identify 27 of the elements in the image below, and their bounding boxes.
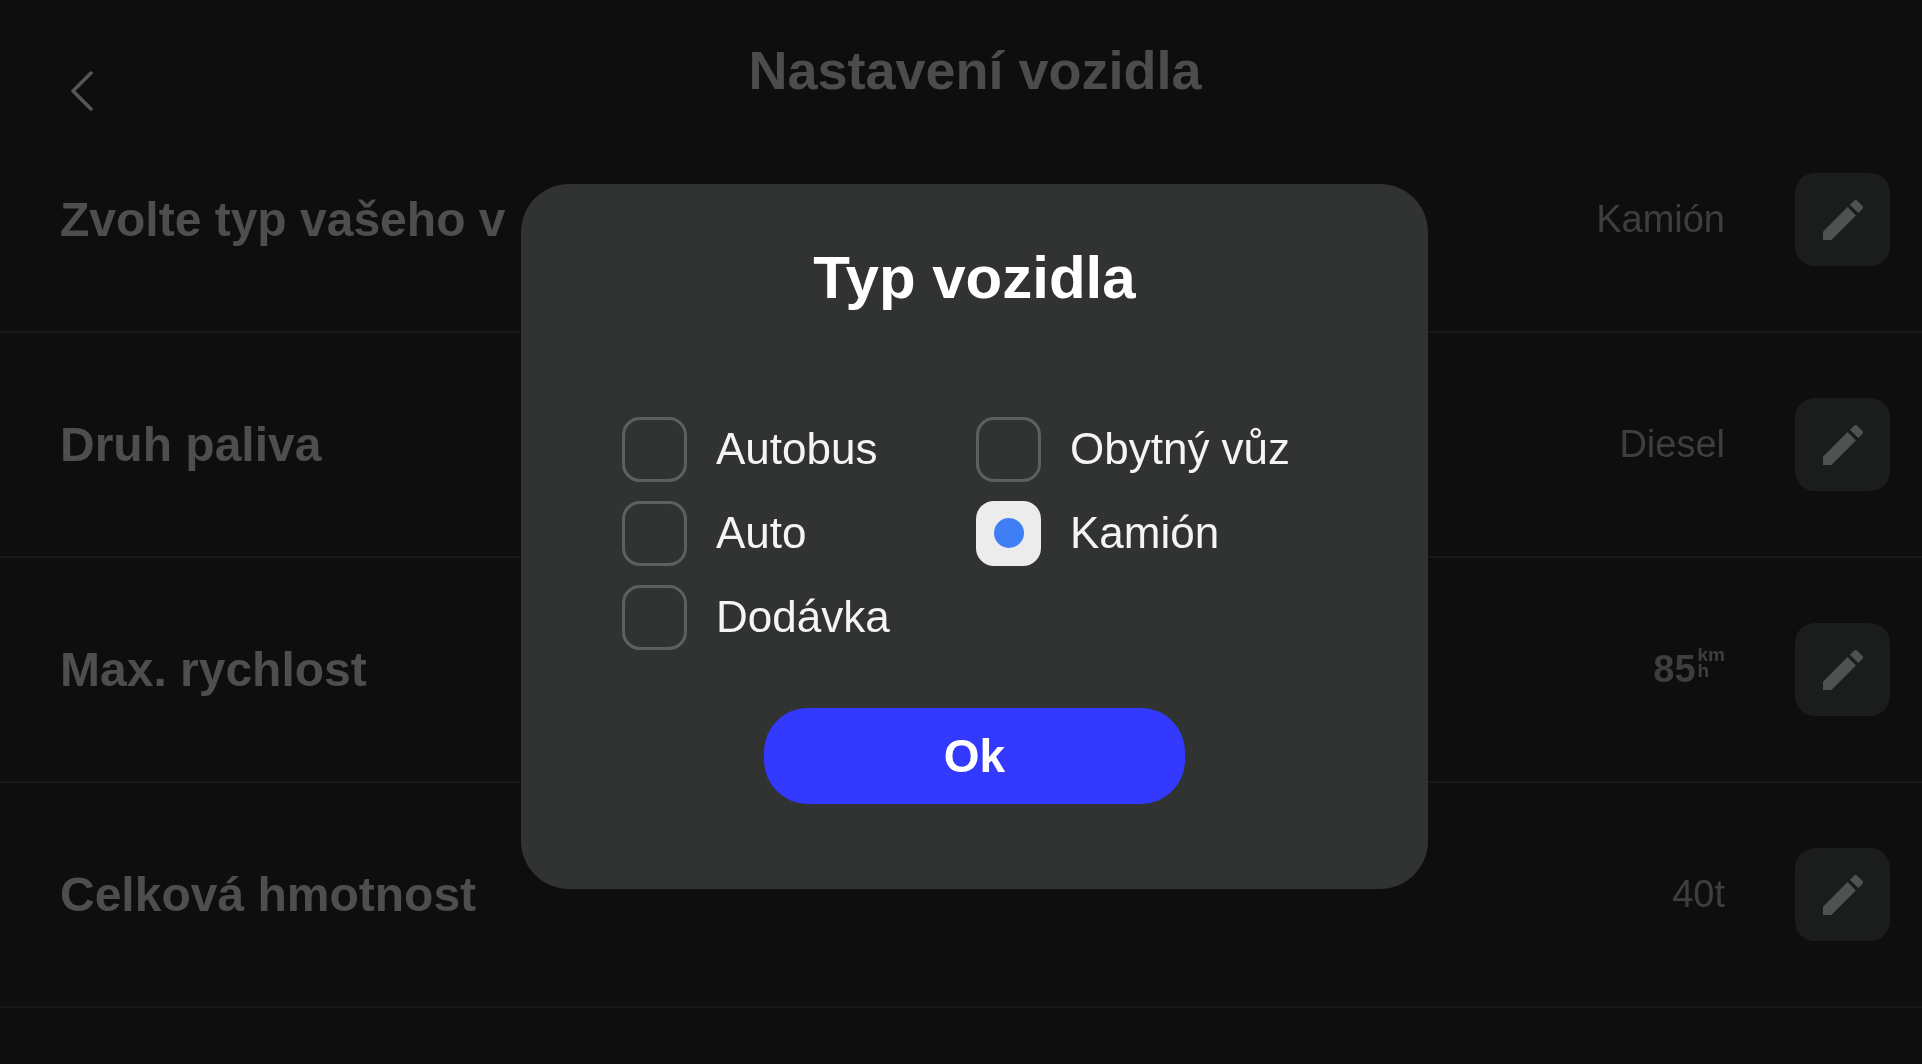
dialog-title: Typ vozidla <box>813 243 1136 313</box>
setting-label: Max. rychlost <box>60 642 367 697</box>
edit-button[interactable] <box>1795 173 1890 266</box>
option-checkbox[interactable] <box>622 416 687 482</box>
page-title: Nastavení vozidla <box>748 39 1202 102</box>
edit-button[interactable] <box>1795 398 1890 491</box>
pencil-icon <box>1822 874 1863 915</box>
option-label[interactable]: Autobus <box>716 424 878 474</box>
option-label[interactable]: Obytný vůz <box>1070 424 1291 474</box>
dot-icon <box>993 518 1024 548</box>
option-label[interactable]: Auto <box>716 508 807 558</box>
option-checkbox[interactable] <box>622 500 687 566</box>
back-icon[interactable] <box>70 71 94 111</box>
option-label[interactable]: Kamión <box>1070 508 1220 558</box>
edit-button[interactable] <box>1795 623 1890 716</box>
setting-label: Druh paliva <box>60 417 322 472</box>
pencil-icon <box>1822 424 1863 465</box>
setting-label: Zvolte typ vašeho v <box>60 192 506 247</box>
option-checkbox[interactable] <box>976 500 1041 566</box>
ok-button[interactable]: Ok <box>764 708 1185 804</box>
edit-button[interactable] <box>1795 848 1890 941</box>
option-checkbox[interactable] <box>976 416 1041 482</box>
pencil-icon <box>1822 199 1863 240</box>
setting-label: Celková hmotnost <box>60 867 477 922</box>
pencil-icon <box>1822 649 1863 690</box>
option-label[interactable]: Dodávka <box>716 592 890 642</box>
option-checkbox[interactable] <box>622 584 687 650</box>
